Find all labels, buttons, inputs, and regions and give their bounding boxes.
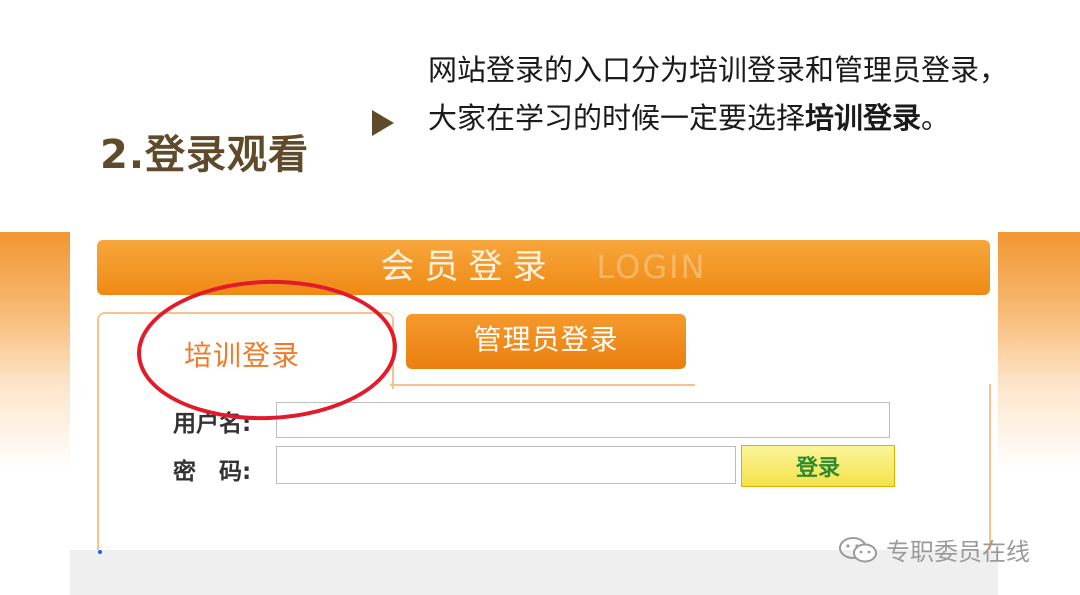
header-title-cn: 会员登录 (380, 247, 557, 287)
orange-glow-left (0, 232, 70, 512)
description-line-2: 大家在学习的时候一定要选择培训登录。 (428, 94, 1068, 142)
password-label: 密 码: (173, 459, 252, 485)
slide-title: 2.登录观看 (100, 132, 310, 178)
orange-glow-right (998, 232, 1080, 512)
slide-description: 网站登录的入口分为培训登录和管理员登录， 大家在学习的时候一定要选择培训登录。 (428, 46, 1068, 142)
blue-dot (98, 550, 102, 554)
watermark-text: 专职委员在线 (886, 538, 1030, 566)
tab-admin-label: 管理员登录 (473, 323, 619, 356)
description-prefix: 大家在学习的时候一定要选择 (428, 101, 806, 135)
description-suffix: 。 (921, 101, 951, 135)
login-button[interactable]: 登录 (741, 445, 895, 487)
username-input[interactable] (276, 402, 890, 438)
description-bold: 培训登录 (805, 101, 922, 135)
bullet-arrow-icon (372, 110, 394, 136)
tab-admin[interactable]: 管理员登录 (406, 314, 686, 369)
password-input[interactable] (276, 446, 736, 484)
header-title-en: LOGIN (596, 248, 707, 286)
description-line-1: 网站登录的入口分为培训登录和管理员登录， (428, 53, 1009, 87)
watermark: 专职委员在线 (838, 532, 1030, 567)
wechat-icon (839, 536, 877, 562)
